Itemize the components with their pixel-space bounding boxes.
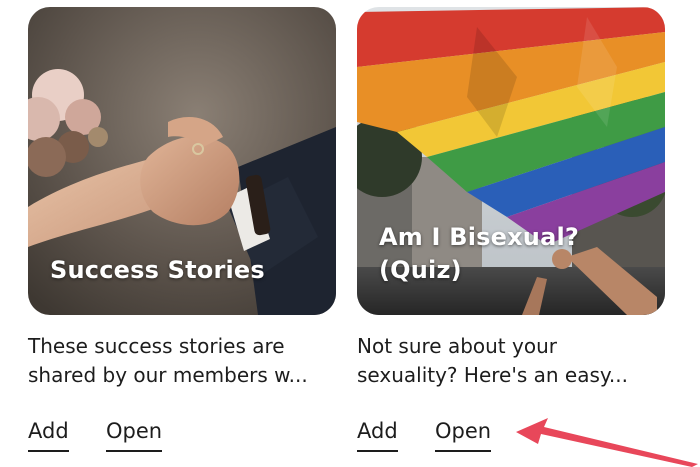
card-thumbnail[interactable]: Success Stories: [28, 7, 336, 315]
card-title: Success Stories: [50, 256, 265, 284]
card-title: Am I Bisexual? (Quiz): [379, 223, 580, 284]
open-button[interactable]: Open: [435, 416, 492, 452]
card-description: These success stories are shared by our …: [28, 334, 308, 387]
quiz-card-grid: Success Stories These success stories ar…: [0, 0, 700, 467]
card-am-i-bisexual-quiz: Am I Bisexual? (Quiz) Not sure about you…: [357, 0, 667, 467]
add-button[interactable]: Add: [28, 416, 69, 452]
card-success-stories: Success Stories These success stories ar…: [28, 0, 338, 467]
card-thumbnail[interactable]: Am I Bisexual? (Quiz): [357, 7, 665, 315]
add-button[interactable]: Add: [357, 416, 398, 452]
open-button[interactable]: Open: [106, 416, 163, 452]
card-description: Not sure about your sexuality? Here's an…: [357, 334, 628, 387]
